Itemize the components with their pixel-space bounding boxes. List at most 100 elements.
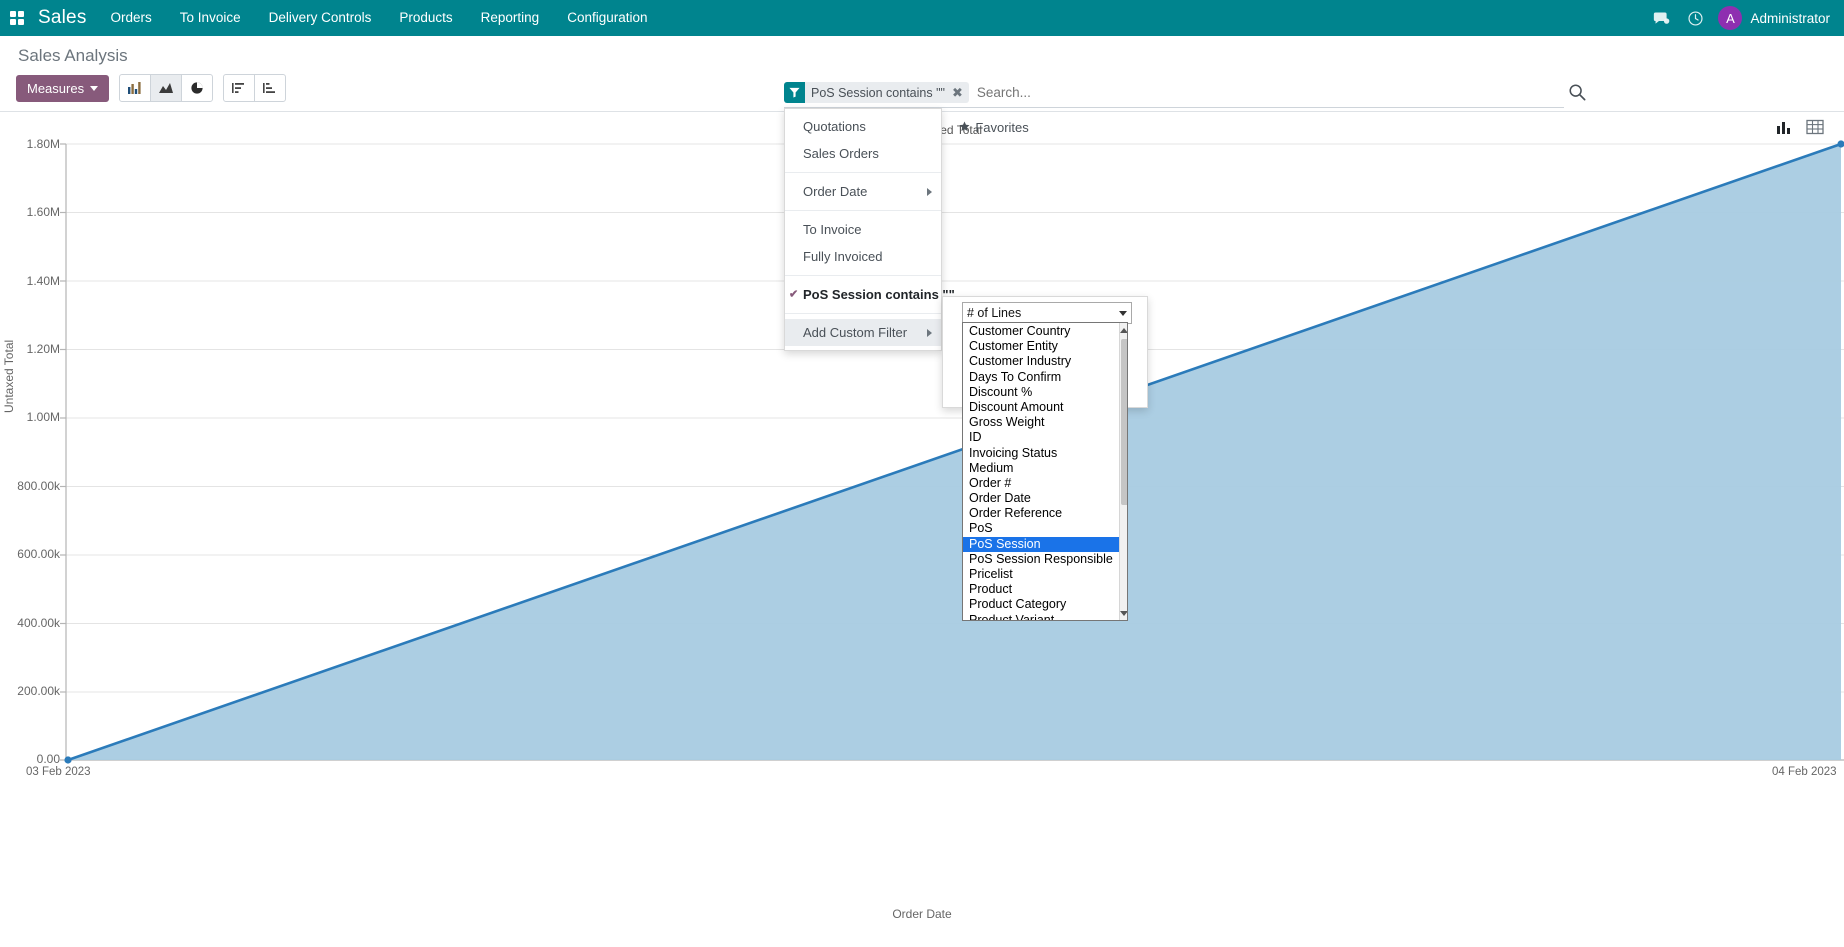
scroll-up-icon[interactable] (1120, 323, 1128, 337)
nav-item-products[interactable]: Products (385, 0, 466, 36)
option-item[interactable]: Days To Confirm (963, 370, 1119, 385)
avatar[interactable]: A (1718, 6, 1742, 30)
option-item[interactable]: Customer Entity (963, 339, 1119, 354)
favorites-label: Favorites (975, 120, 1028, 135)
favorites-dropdown-button[interactable]: Favorites (949, 114, 1038, 141)
x-tick-label: 03 Feb 2023 (26, 766, 91, 778)
filter-item-pos-session-contains[interactable]: ✔ PoS Session contains "" (785, 281, 941, 308)
pivot-view-icon[interactable] (1800, 114, 1830, 140)
custom-filter-field-select-shell: # of Lines (962, 302, 1132, 324)
option-item[interactable]: Pricelist (963, 567, 1119, 582)
y-tick-label: 1.40M (0, 274, 60, 288)
nav-item-delivery-controls[interactable]: Delivery Controls (255, 0, 386, 36)
chart-type-group (119, 74, 213, 102)
x-tick-label: 04 Feb 2023 (1772, 766, 1837, 778)
y-tick-label: 1.80M (0, 137, 60, 151)
filter-item-quotations[interactable]: Quotations (785, 113, 941, 140)
y-tick-label: 0.00 (0, 752, 60, 766)
filter-icon (784, 82, 805, 103)
graph-view-icon[interactable] (1770, 114, 1800, 140)
view-switcher (1770, 114, 1830, 140)
option-item[interactable]: Order # (963, 476, 1119, 491)
chat-bubble-icon[interactable] (1644, 0, 1678, 36)
x-axis-label: Order Date (0, 907, 1844, 921)
user-menu-administrator[interactable]: Administrator (1750, 11, 1830, 26)
sort-group (223, 74, 286, 102)
chevron-right-icon (927, 329, 932, 337)
nav-item-orders[interactable]: Orders (97, 0, 166, 36)
pie-chart-icon[interactable] (181, 74, 213, 102)
y-tick-label: 1.00M (0, 410, 60, 424)
y-tick-label: 1.60M (0, 205, 60, 219)
nav-item-configuration[interactable]: Configuration (553, 0, 661, 36)
search-icon[interactable] (1568, 83, 1586, 106)
menu-separator (785, 210, 941, 211)
option-item[interactable]: Invoicing Status (963, 446, 1119, 461)
menu-separator (785, 275, 941, 276)
menu-separator (785, 313, 941, 314)
option-list: Customer Country Customer Entity Custome… (963, 323, 1119, 620)
custom-filter-field-value: # of Lines (967, 306, 1021, 320)
option-item[interactable]: PoS (963, 521, 1119, 536)
y-tick-label: 600.00k (0, 547, 60, 561)
search-row: PoS Session contains "" ✖ (784, 80, 1564, 108)
y-tick-label: 400.00k (0, 616, 60, 630)
nav-item-to-invoice[interactable]: To Invoice (166, 0, 255, 36)
option-item[interactable]: Discount % (963, 385, 1119, 400)
add-custom-filter-label: Add Custom Filter (803, 325, 907, 340)
option-item[interactable]: Customer Country (963, 324, 1119, 339)
option-item[interactable]: Order Date (963, 491, 1119, 506)
sort-descending-icon[interactable] (223, 74, 255, 102)
close-icon[interactable]: ✖ (949, 82, 969, 103)
menu-separator (785, 172, 941, 173)
option-list-scrollbar[interactable] (1119, 323, 1128, 620)
sort-ascending-icon[interactable] (254, 74, 286, 102)
filter-item-fully-invoiced[interactable]: Fully Invoiced (785, 243, 941, 270)
bar-chart-icon[interactable] (119, 74, 151, 102)
option-item[interactable]: Discount Amount (963, 400, 1119, 415)
app-brand-sales[interactable]: Sales (34, 7, 97, 29)
filter-item-pos-session-label: PoS Session contains "" (803, 287, 955, 302)
option-item[interactable]: Customer Industry (963, 354, 1119, 369)
search-facet-pos-session[interactable]: PoS Session contains "" ✖ (784, 82, 969, 103)
option-item[interactable]: Medium (963, 461, 1119, 476)
page-title: Sales Analysis (18, 46, 128, 66)
chevron-right-icon (927, 188, 932, 196)
filter-item-to-invoice[interactable]: To Invoice (785, 216, 941, 243)
control-panel-buttons: Measures (16, 74, 286, 102)
option-item[interactable]: Product (963, 582, 1119, 597)
y-tick-label: 1.20M (0, 342, 60, 356)
option-item[interactable]: Gross Weight (963, 415, 1119, 430)
option-item[interactable]: Order Reference (963, 506, 1119, 521)
option-item[interactable]: Product Variant (963, 613, 1119, 621)
measures-button[interactable]: Measures (16, 75, 109, 102)
check-icon: ✔ (789, 286, 798, 303)
filters-dropdown-menu: Quotations Sales Orders Order Date To In… (784, 108, 942, 351)
filter-item-order-date-label: Order Date (803, 184, 867, 199)
line-chart-icon[interactable] (150, 74, 182, 102)
search-input[interactable] (975, 84, 1564, 101)
custom-filter-field-select[interactable]: # of Lines (962, 302, 1132, 324)
option-item[interactable]: PoS Session Responsible (963, 552, 1119, 567)
apps-grid-icon[interactable] (0, 0, 34, 36)
measures-label: Measures (27, 81, 84, 96)
custom-filter-field-options[interactable]: Customer Country Customer Entity Custome… (962, 322, 1128, 621)
option-item[interactable]: ID (963, 430, 1119, 445)
chevron-down-icon (90, 86, 98, 91)
control-panel: Sales Analysis Measures (0, 36, 1844, 112)
filter-item-add-custom-filter[interactable]: Add Custom Filter (785, 319, 941, 346)
star-icon (959, 120, 970, 135)
data-point (64, 756, 71, 763)
filter-item-sales-orders[interactable]: Sales Orders (785, 140, 941, 167)
clock-icon[interactable] (1678, 0, 1712, 36)
y-tick-label: 800.00k (0, 479, 60, 493)
option-item[interactable]: Product Category (963, 597, 1119, 612)
navbar-right-group: A Administrator (1644, 0, 1844, 36)
chevron-down-icon (1119, 311, 1127, 316)
filter-item-order-date[interactable]: Order Date (785, 178, 941, 205)
scroll-down-icon[interactable] (1120, 606, 1128, 620)
option-item-selected[interactable]: PoS Session (963, 537, 1119, 552)
search-area: PoS Session contains "" ✖ (784, 80, 1564, 108)
nav-item-reporting[interactable]: Reporting (467, 0, 554, 36)
scrollbar-thumb[interactable] (1121, 339, 1128, 505)
